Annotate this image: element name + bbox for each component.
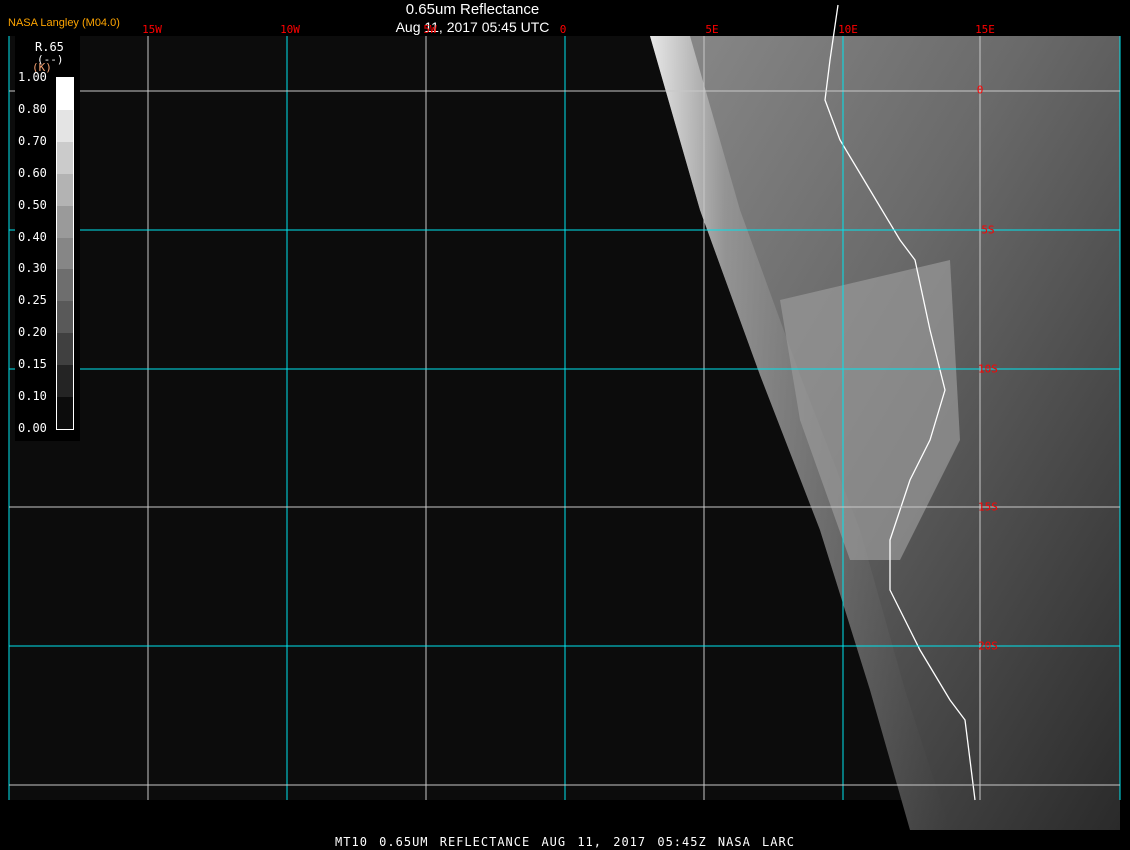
lat-label: 20S: [978, 639, 998, 653]
legend-tick-label: 0.60: [18, 165, 47, 180]
page-title: 0.65um Reflectance: [405, 1, 540, 18]
legend-swatch: [57, 237, 73, 270]
legend-swatch: [57, 333, 73, 366]
legend-swatch: [57, 141, 73, 174]
lon-label: 15W: [142, 23, 162, 36]
lon-label: 15E: [975, 23, 995, 36]
lon-label: 10W: [280, 23, 300, 36]
legend-swatch: [57, 205, 73, 238]
lon-label: 10E: [838, 23, 858, 36]
lat-label: 5S: [981, 223, 995, 237]
legend-swatch: [57, 78, 73, 110]
legend-tick-label: 0.30: [18, 261, 47, 276]
lat-label: 15S: [978, 500, 998, 514]
lat-label: 0: [976, 83, 984, 97]
legend-swatch: [57, 301, 73, 334]
footer-caption: MT10 0.65UM REFLECTANCE AUG 11, 2017 05:…: [335, 835, 795, 849]
legend-tick-label: 0.00: [18, 421, 47, 435]
legend-swatch: [57, 397, 73, 429]
satellite-map: [8, 4, 1121, 830]
lon-label: 5E: [705, 23, 719, 36]
legend-swatch: [57, 109, 73, 142]
legend-tick-label: 0.25: [18, 293, 47, 308]
legend-tick-label: 0.80: [18, 101, 47, 116]
legend-tick-label: 0.50: [18, 197, 47, 212]
lon-label: 0: [559, 23, 567, 36]
legend-swatch: [57, 173, 73, 206]
legend-tick-label: 0.15: [18, 357, 47, 372]
lat-label: 10S: [978, 362, 998, 376]
legend-tick-label: 0.10: [18, 389, 47, 404]
legend-variable: R.65: [35, 40, 64, 54]
legend-colorbar: [56, 77, 74, 430]
color-legend: R.65 (--) (K) 1.00 0.80 0.70 0.60 0.50 0.40 0.…: [15, 36, 80, 441]
legend-tick-label: 0.20: [18, 325, 47, 340]
lon-label: 5W: [423, 23, 437, 36]
legend-swatch: [57, 365, 73, 398]
legend-tick-label: 0.70: [18, 133, 47, 148]
legend-swatch: [57, 269, 73, 302]
legend-tick-label: 0.40: [18, 229, 47, 244]
legend-tick-label: 1.00: [18, 70, 47, 84]
